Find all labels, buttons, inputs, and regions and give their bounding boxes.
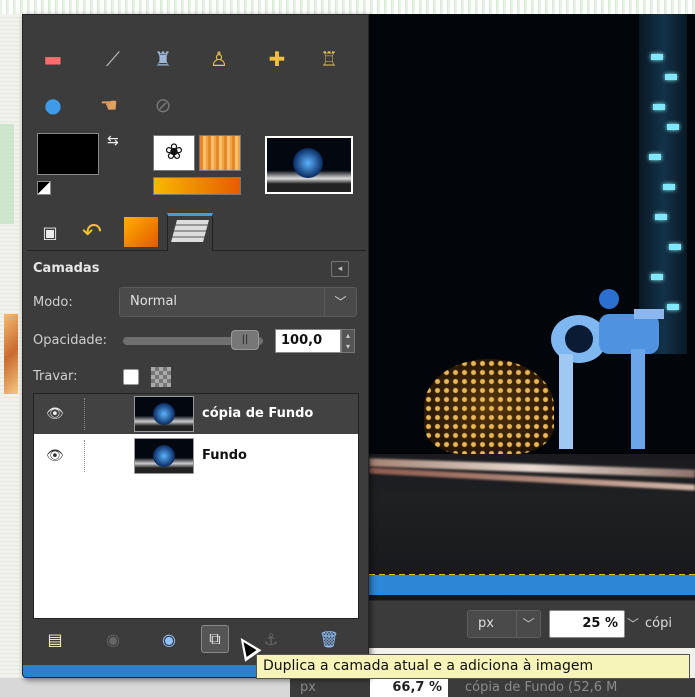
lower-zoom-field[interactable]: 66,7 % — [370, 679, 448, 697]
mode-dropdown[interactable]: Normal ﹀ — [119, 287, 357, 317]
desktop-background-left — [0, 14, 22, 697]
brush-preview[interactable]: ❀ — [153, 135, 195, 171]
undo-history-icon[interactable]: ↶ — [75, 215, 109, 249]
foreground-color-swatch[interactable] — [37, 133, 99, 175]
lower-unit-value[interactable]: px — [300, 678, 316, 697]
heal-icon[interactable]: ✚ — [261, 43, 293, 75]
tab-layers[interactable] — [167, 213, 213, 251]
canvas-scrollbar[interactable] — [369, 575, 695, 595]
toolbox-dock: ▬ ⟋ ♜ ♙ ✚ ♖ ● ☚ ⊘ ⇆ ❀ ▣ ↶ Camadas ◂ Modo… — [22, 14, 369, 678]
duplicate-layer-button[interactable]: ⧉ — [201, 625, 229, 653]
pattern-tab-icon[interactable] — [121, 215, 161, 249]
layer-row-fundo[interactable]: 👁 Fundo — [34, 436, 358, 476]
fg-bg-colors[interactable]: ⇆ — [37, 133, 129, 197]
eye-icon[interactable]: 👁 — [46, 406, 64, 422]
robot-sculpture-graphic — [551, 289, 664, 449]
unit-value: px — [478, 616, 494, 631]
zoom-dropdown-icon[interactable]: ﹀ — [625, 610, 641, 638]
layers-tab-icon — [171, 220, 209, 242]
active-image-thumbnail[interactable] — [265, 136, 353, 194]
swap-colors-icon[interactable]: ⇆ — [107, 133, 119, 149]
pattern-preview[interactable] — [199, 135, 241, 171]
desktop-background-top — [0, 0, 695, 14]
opacity-spin-icon[interactable]: ▴ ▾ — [341, 329, 355, 353]
chevron-down-icon: ﹀ — [516, 611, 540, 637]
lower-status-text: cópia de Fundo (52,6 M — [465, 680, 618, 695]
anchor-layer-icon[interactable]: ⚓ — [257, 625, 285, 653]
image-canvas[interactable] — [369, 14, 695, 600]
status-text: cópi — [645, 616, 672, 631]
chevron-down-icon: ﹀ — [324, 288, 356, 316]
reset-colors-icon[interactable] — [37, 181, 51, 195]
eraser-icon[interactable]: ▬ — [37, 43, 69, 75]
mode-label: Modo: — [33, 295, 73, 310]
lower-layer-icon[interactable]: ◉ — [155, 625, 183, 653]
lock-label: Travar: — [33, 369, 78, 384]
unit-selector[interactable]: px ﹀ — [467, 610, 541, 638]
airbrush-icon[interactable]: ⟋ — [97, 43, 129, 75]
opacity-slider-handle[interactable]: || — [231, 330, 259, 350]
canvas-status-bar: px ﹀ 25 % ﹀ cópi — [369, 600, 695, 648]
smudge-icon[interactable]: ☚ — [93, 89, 125, 121]
mode-value: Normal — [130, 294, 178, 309]
screen: px ﹀ 25 % ﹀ cópi px 66,7 % cópia de Fund… — [0, 0, 695, 697]
ink-icon[interactable]: ♜ — [147, 43, 179, 75]
gradient-preview[interactable] — [153, 177, 241, 195]
lower-window-status-bar: px 66,7 % cópia de Fundo (52,6 M — [290, 678, 695, 697]
panel-title: Camadas — [33, 261, 100, 276]
panel-menu-icon[interactable]: ◂ — [331, 261, 349, 277]
new-layer-icon[interactable]: ▤ — [41, 625, 69, 653]
lock-pixels-checkbox[interactable] — [123, 369, 139, 385]
raise-layer-icon[interactable]: ◉ — [99, 625, 127, 653]
layer-name: cópia de Fundo — [202, 406, 314, 421]
tooltip: Duplica a camada atual e a adiciona à im… — [256, 654, 690, 679]
layer-name: Fundo — [202, 448, 247, 463]
layers-list: 👁 cópia de Fundo 👁 Fundo — [33, 393, 359, 619]
eye-icon[interactable]: 👁 — [46, 448, 64, 464]
opacity-field[interactable]: 100,0 — [275, 329, 341, 353]
perspective-clone-icon[interactable]: ♖ — [313, 43, 345, 75]
opacity-label: Opacidade: — [33, 333, 108, 348]
delete-layer-icon[interactable]: 🗑 — [315, 625, 343, 653]
layer-thumbnail — [134, 438, 194, 474]
layer-row-copia-de-fundo[interactable]: 👁 cópia de Fundo — [34, 394, 358, 434]
lock-alpha-icon[interactable] — [151, 367, 171, 387]
layer-thumbnail — [134, 396, 194, 432]
layer-button-bar: ▤ ◉ ◉ ⧉ ⚓ 🗑 — [33, 623, 359, 655]
dock-tab-strip: ▣ ↶ — [27, 211, 366, 251]
dodge-burn-icon[interactable]: ⊘ — [147, 89, 179, 121]
clone-icon[interactable]: ♙ — [203, 43, 235, 75]
blur-icon[interactable]: ● — [37, 89, 69, 121]
device-status-icon[interactable]: ▣ — [33, 215, 67, 249]
zoom-field[interactable]: 25 % — [549, 610, 625, 638]
lit-tree-graphic — [424, 359, 554, 454]
